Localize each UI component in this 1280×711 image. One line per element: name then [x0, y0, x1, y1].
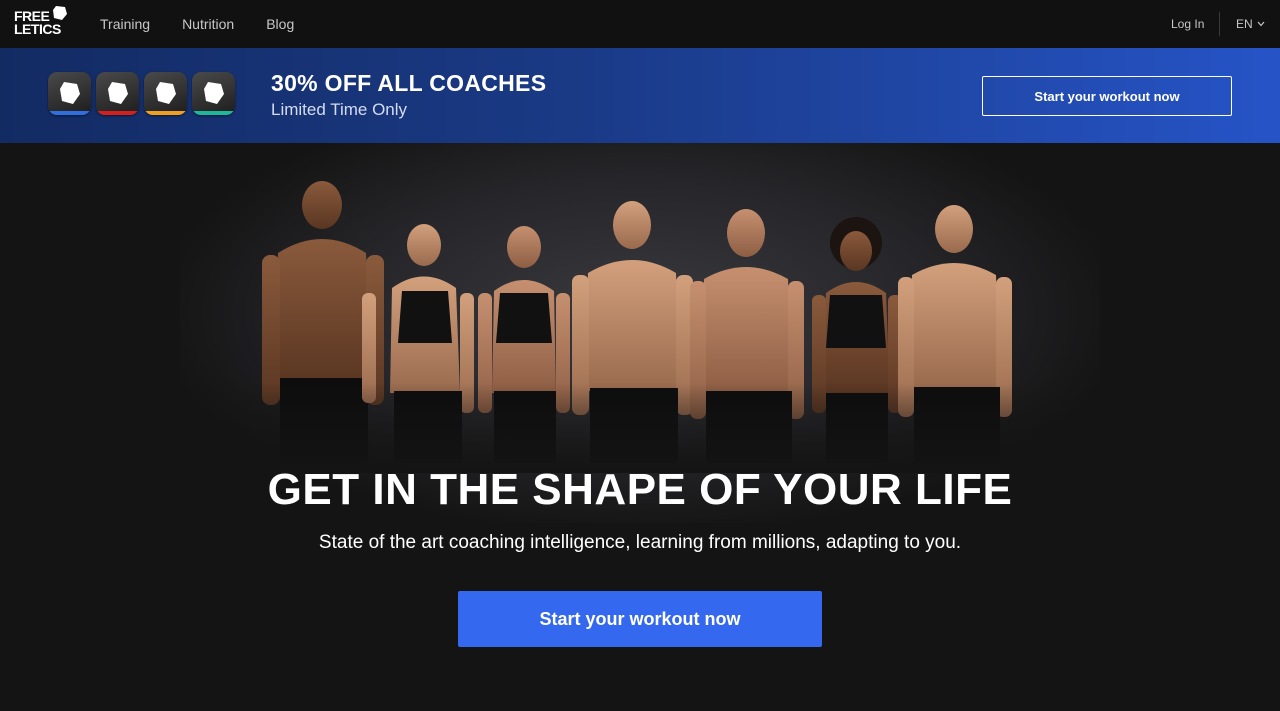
app-color-bar — [144, 111, 187, 115]
chevron-down-icon — [1257, 21, 1265, 27]
freeletics-shield-icon — [108, 82, 128, 104]
nav-link-blog[interactable]: Blog — [266, 16, 294, 32]
top-navigation: FREE LETICS Training Nutrition Blog Log … — [0, 0, 1280, 48]
app-icon-running — [96, 72, 139, 115]
logo-shield-icon — [53, 6, 67, 20]
promo-start-workout-button[interactable]: Start your workout now — [982, 76, 1232, 116]
app-icon-bodyweight — [48, 72, 91, 115]
freeletics-shield-icon — [156, 82, 176, 104]
freeletics-logo[interactable]: FREE LETICS — [14, 6, 70, 39]
nav-link-nutrition[interactable]: Nutrition — [182, 16, 234, 32]
promo-title: 30% OFF ALL COACHES — [271, 70, 547, 96]
app-icon-gym — [144, 72, 187, 115]
freeletics-shield-icon — [204, 82, 224, 104]
app-color-bar — [96, 111, 139, 115]
hero-section: GET IN THE SHAPE OF YOUR LIFE State of t… — [0, 143, 1280, 711]
language-selector[interactable]: EN — [1236, 17, 1265, 31]
language-label: EN — [1236, 17, 1253, 31]
coach-app-icons — [48, 72, 240, 115]
app-color-bar — [48, 111, 91, 115]
freeletics-shield-icon — [60, 82, 80, 104]
main-menu: Training Nutrition Blog — [100, 0, 326, 48]
app-color-bar — [192, 111, 235, 115]
hero-subheadline: State of the art coaching intelligence, … — [318, 532, 962, 553]
hero-headline: GET IN THE SHAPE OF YOUR LIFE — [267, 465, 1013, 514]
nav-divider — [1219, 12, 1220, 36]
promo-banner: 30% OFF ALL COACHES Limited Time Only St… — [0, 48, 1280, 143]
promo-subtitle: Limited Time Only — [271, 100, 408, 119]
hero-image-fade — [0, 383, 1280, 473]
logo-line2: LETICS — [14, 21, 61, 37]
app-icon-nutrition — [192, 72, 235, 115]
hero-start-workout-button[interactable]: Start your workout now — [458, 591, 822, 647]
login-link[interactable]: Log In — [1171, 17, 1204, 31]
nav-link-training[interactable]: Training — [100, 16, 150, 32]
